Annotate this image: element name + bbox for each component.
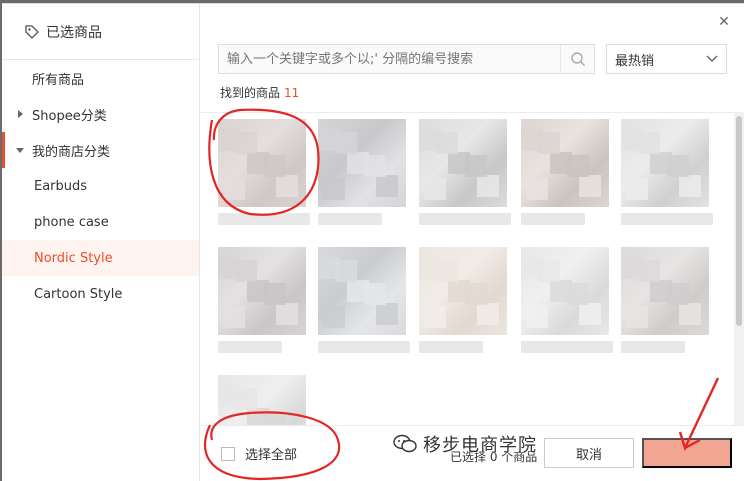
product-card[interactable] xyxy=(621,247,713,353)
results-summary: 找到的商品 11 xyxy=(220,84,299,101)
sidebar-item-all-products[interactable]: 所有商品 xyxy=(2,60,199,96)
chevron-down-icon xyxy=(706,55,718,62)
product-title xyxy=(318,341,410,353)
wechat-icon xyxy=(393,434,417,453)
sidebar-item-shopee-categories[interactable]: Shopee分类 xyxy=(2,96,199,132)
product-thumbnail xyxy=(419,247,507,335)
product-card[interactable] xyxy=(218,375,310,428)
product-thumbnail xyxy=(621,119,709,207)
sidebar-item-label: 我的商店分类 xyxy=(32,144,111,160)
product-card[interactable] xyxy=(419,119,511,225)
product-card[interactable] xyxy=(218,247,310,353)
product-card[interactable] xyxy=(218,119,310,225)
sidebar-item-label: 所有商品 xyxy=(32,72,85,88)
product-thumbnail xyxy=(621,247,709,335)
product-thumbnail xyxy=(318,119,406,207)
sidebar-item-label: Cartoon Style xyxy=(34,286,123,302)
product-title xyxy=(318,213,383,225)
scrollbar-thumb[interactable] xyxy=(736,116,742,326)
cancel-button[interactable]: 取消 xyxy=(544,438,634,468)
product-title xyxy=(218,341,283,353)
product-title xyxy=(621,213,713,225)
sidebar-item-phone-case[interactable]: phone case xyxy=(2,204,199,240)
results-count: 11 xyxy=(284,86,300,100)
sort-selected-value: 最热销 xyxy=(615,53,655,69)
select-all-checkbox[interactable]: 选择全部 xyxy=(221,444,297,463)
search-input[interactable] xyxy=(219,45,560,73)
product-thumbnail xyxy=(218,375,306,428)
product-panel: ✕ 最热销 找到的商品11 选择全部 xyxy=(201,4,744,481)
confirm-button[interactable] xyxy=(642,438,732,468)
product-thumbnail xyxy=(521,119,609,207)
sidebar-header: 已选商品 xyxy=(2,4,199,60)
caret-down-icon[interactable] xyxy=(15,145,25,155)
product-thumbnail xyxy=(318,247,406,335)
product-card[interactable] xyxy=(521,119,613,225)
product-selector-dialog: 已选商品 所有商品 Shopee分类 我的商店分类 Earbuds phone … xyxy=(2,3,744,481)
search-box xyxy=(218,44,595,74)
product-card[interactable] xyxy=(318,247,410,353)
product-thumbnail xyxy=(419,119,507,207)
product-thumbnail xyxy=(218,247,306,335)
product-card[interactable] xyxy=(621,119,713,225)
caret-right-icon[interactable] xyxy=(15,109,25,119)
sidebar-item-label: phone case xyxy=(34,214,109,230)
sidebar-title: 已选商品 xyxy=(46,24,102,41)
sidebar-item-label: Earbuds xyxy=(34,178,88,194)
sidebar-item-label: Nordic Style xyxy=(34,250,113,266)
close-icon[interactable]: ✕ xyxy=(716,14,732,30)
sidebar-item-nordic-style[interactable]: Nordic Style xyxy=(2,240,199,276)
product-grid xyxy=(201,112,744,428)
category-sidebar: 已选商品 所有商品 Shopee分类 我的商店分类 Earbuds phone … xyxy=(2,4,200,481)
product-card[interactable] xyxy=(419,247,511,353)
watermark: 移步电商学院 xyxy=(393,431,537,457)
product-title xyxy=(521,213,586,225)
product-thumbnail xyxy=(218,119,306,207)
search-button[interactable] xyxy=(560,45,594,73)
watermark-text: 移步电商学院 xyxy=(423,435,537,456)
product-title xyxy=(419,213,511,225)
product-title xyxy=(621,341,686,353)
product-thumbnail xyxy=(521,247,609,335)
product-title xyxy=(218,213,310,225)
search-icon xyxy=(570,52,585,66)
results-label: 找到的商品 xyxy=(220,86,281,100)
product-card[interactable] xyxy=(318,119,410,225)
product-title xyxy=(521,341,613,353)
sidebar-item-my-shop-categories[interactable]: 我的商店分类 xyxy=(2,132,199,168)
sort-dropdown[interactable]: 最热销 xyxy=(606,44,727,74)
checkbox-box[interactable] xyxy=(221,446,235,461)
select-all-label: 选择全部 xyxy=(245,448,298,463)
product-grid-scrollbar[interactable] xyxy=(734,112,744,428)
sidebar-item-label: Shopee分类 xyxy=(32,108,107,124)
product-card[interactable] xyxy=(521,247,613,353)
tag-icon xyxy=(25,24,39,39)
sidebar-item-cartoon-style[interactable]: Cartoon Style xyxy=(2,276,199,312)
sidebar-item-earbuds[interactable]: Earbuds xyxy=(2,168,199,204)
product-title xyxy=(419,341,484,353)
